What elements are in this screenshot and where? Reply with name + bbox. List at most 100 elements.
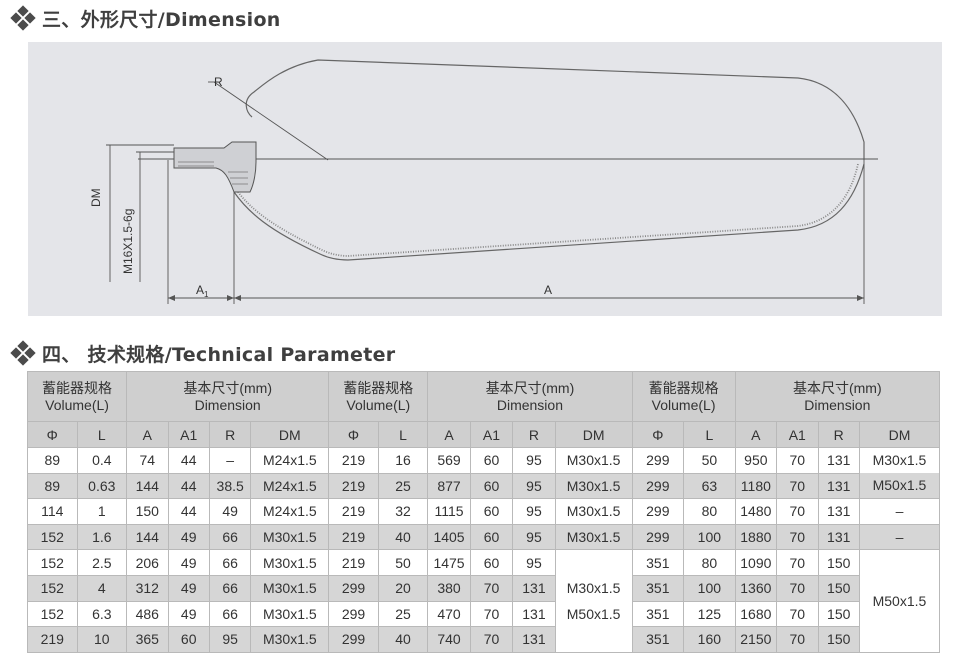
table-cell: 1.6 (76, 523, 128, 551)
table-cell: 95 (512, 549, 556, 576)
col-header: DM (250, 421, 330, 448)
table-cell: 351 (631, 549, 685, 576)
table-cell: 1090 (734, 549, 778, 576)
table-cell: 20 (377, 574, 429, 602)
table-cell: 470 (427, 600, 471, 628)
table-cell: 4 (76, 574, 128, 602)
table-cell: 125 (683, 600, 736, 628)
table-group-header-row: 蓄能器规格 Volume(L) 基本尺寸(mm) Dimension 蓄能器规格 Vo… (26, 371, 941, 422)
table-cell: 1680 (734, 600, 778, 628)
table-cell: M24x1.5 (250, 498, 330, 525)
table-cell: 131 (817, 523, 860, 551)
table-cell: 299 (631, 472, 685, 500)
table-cell: 44 (167, 447, 210, 474)
table-cell: 144 (126, 523, 169, 551)
table-cell: 60 (469, 498, 514, 525)
table-cell: 950 (734, 447, 778, 474)
table-cell: 80 (683, 498, 736, 525)
valve-body (173, 141, 257, 193)
table-cell: – (858, 523, 941, 551)
table-cell: 144 (126, 472, 169, 500)
table-cell: 89 (27, 447, 78, 474)
table-cell: 1360 (734, 574, 778, 602)
table-cell: 299 (328, 600, 379, 628)
table-cell: 1480 (734, 498, 778, 525)
table-cell: 70 (776, 574, 819, 602)
table-cell: 70 (776, 626, 819, 653)
technical-parameter-table: 蓄能器规格 Volume(L) 基本尺寸(mm) Dimension 蓄能器规格 Vo… (26, 371, 941, 653)
group-dimension-header: 基本尺寸(mm) Dimension (734, 371, 941, 422)
table-cell: 70 (469, 626, 514, 653)
technical-title-text: 四、 技术规格/Technical Parameter (42, 343, 396, 366)
table-cell: 0.4 (76, 447, 128, 474)
table-cell: 60 (469, 447, 514, 474)
table-cell: 299 (631, 498, 685, 525)
table-cell: 877 (427, 472, 471, 500)
label-a: A (544, 283, 552, 297)
dm-merged-cell-right: M50x1.5 (858, 549, 941, 653)
table-cell: 152 (27, 600, 78, 628)
table-cell: 152 (27, 574, 78, 602)
table-cell: M30x1.5 (250, 626, 330, 653)
table-cell: M30x1.5 (554, 447, 633, 474)
table-cell: 131 (817, 498, 860, 525)
col-header: Φ (27, 421, 78, 448)
table-row: 89 0.4 74 44 – M24x1.5 219 16 569 60 95 … (27, 446, 941, 500)
col-header: A1 (167, 421, 210, 448)
table-cell: 60 (469, 523, 514, 551)
table-cell: 312 (126, 574, 169, 602)
table-cell: 740 (427, 626, 471, 653)
table-row: 89 0.63 144 44 38.5 M24x1.5 219 25 877 6… (27, 472, 940, 500)
table-cell: 49 (167, 523, 210, 551)
col-header: A (734, 421, 778, 448)
table-cell: 219 (328, 523, 379, 551)
table-cell: 40 (377, 523, 429, 551)
table-cell: 1115 (427, 498, 471, 525)
table-row: 152 4 312 49 66 M30x1.5 299 20 380 70 13… (27, 574, 940, 602)
col-header: A1 (776, 421, 819, 448)
table-cell: 1880 (734, 523, 778, 551)
table-cell: 219 (328, 447, 379, 474)
dm-split-bottom: M50x1.5 (859, 473, 939, 499)
group-spec-header: 蓄能器规格 Volume(L) (631, 371, 736, 422)
table-cell: 70 (469, 600, 514, 628)
table-cell: 299 (328, 626, 379, 653)
table-cell: 66 (208, 574, 252, 602)
table-cell: 206 (126, 549, 169, 576)
accumulator-upper-outline (245, 59, 865, 160)
table-cell: M30x1.5 (250, 523, 330, 551)
col-header: Φ (631, 421, 685, 448)
table-cell: M24x1.5 (250, 447, 330, 474)
table-cell: 1475 (427, 549, 471, 576)
dimension-section-title: 三、外形尺寸/Dimension (10, 5, 281, 31)
table-cell: 66 (208, 600, 252, 628)
table-row: 114 1 150 44 49 M24x1.5 219 32 1115 60 9… (27, 498, 941, 525)
table-cell: 150 (817, 549, 860, 576)
table-cell: M30x1.5 (554, 472, 633, 500)
col-header: A (126, 421, 169, 448)
table-cell: 44 (167, 498, 210, 525)
table-cell: 1 (76, 498, 128, 525)
dimension-drawing: R DM M16X1.5-6g A1 A (28, 42, 942, 316)
a-arrow-right (857, 295, 864, 301)
table-cell: 49 (208, 498, 252, 525)
table-cell: 70 (776, 549, 819, 576)
table-cell: 131 (817, 472, 860, 500)
table-cell: 351 (631, 600, 685, 628)
col-header: L (76, 421, 128, 448)
accumulator-lower-outline (233, 163, 865, 261)
table-cell: 74 (126, 447, 169, 474)
table-cell: 49 (167, 574, 210, 602)
table-cell: – (858, 498, 941, 525)
table-cell: 569 (427, 447, 471, 474)
table-cell: 10 (76, 626, 128, 653)
table-cell: 70 (776, 523, 819, 551)
table-cell: 299 (631, 447, 685, 474)
table-cell: 60 (469, 472, 514, 500)
table-cell: 219 (27, 626, 78, 653)
table-cell: 219 (328, 498, 379, 525)
label-r: R (214, 75, 223, 89)
table-row: 219 10 365 60 95 M30x1.5 299 40 740 70 1… (27, 626, 940, 653)
table-cell: 152 (27, 549, 78, 576)
group-spec-header: 蓄能器规格 Volume(L) (26, 371, 128, 422)
